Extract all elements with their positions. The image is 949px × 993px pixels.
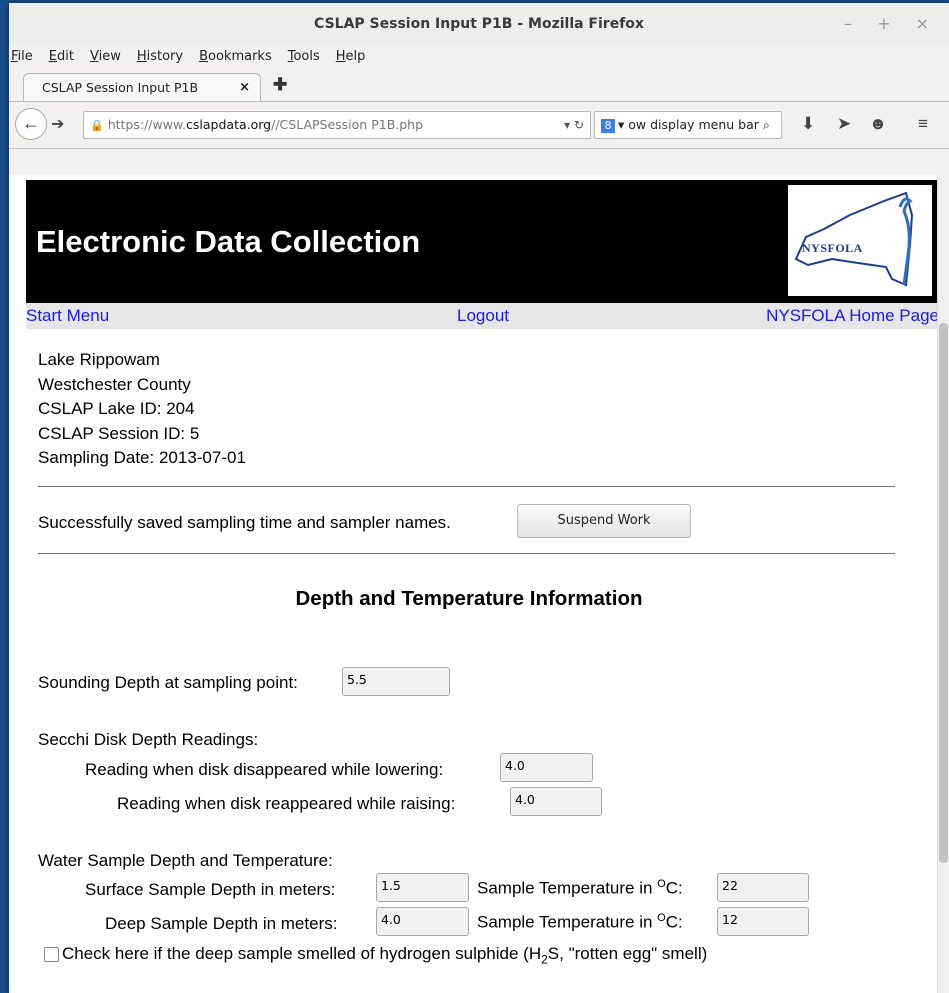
sounding-depth-input[interactable] <box>347 672 445 687</box>
dropdown-arrow-icon[interactable]: ▾ <box>564 118 570 132</box>
search-input[interactable]: ow display menu bar <box>628 117 759 132</box>
start-menu-link[interactable]: Start Menu <box>26 303 109 329</box>
nysfola-home-link[interactable]: NYSFOLA Home Page <box>766 303 939 329</box>
divider <box>38 553 895 554</box>
menu-help[interactable]: Help <box>336 49 366 64</box>
surface-depth-field[interactable] <box>376 873 469 902</box>
menu-bar: File Edit View History Bookmarks Tools H… <box>9 43 949 69</box>
browser-window: CSLAP Session Input P1B - Mozilla Firefo… <box>9 3 949 993</box>
surface-depth-label: Surface Sample Depth in meters: <box>85 880 336 899</box>
menu-view[interactable]: View <box>90 49 121 64</box>
secchi-heading: Secchi Disk Depth Readings: <box>38 730 259 749</box>
header-banner: Electronic Data Collection NYSFOLA <box>26 180 939 303</box>
secchi-raising-field[interactable] <box>510 787 602 816</box>
deep-temp-label: Sample Temperature in OC: <box>477 912 683 933</box>
send-icon[interactable]: ➤ <box>837 114 851 134</box>
tab-strip: CSLAP Session Input P1B × ✚ <box>9 69 949 102</box>
surface-temp-field[interactable] <box>717 873 809 902</box>
surface-depth-input[interactable] <box>381 878 464 893</box>
scrollbar-thumb[interactable] <box>939 323 948 863</box>
sounding-depth-field[interactable] <box>342 667 450 696</box>
url-path: //CSLAPSession P1B.php <box>271 117 424 132</box>
secchi-lowering-label: Reading when disk disappeared while lowe… <box>85 760 444 779</box>
tab-close-icon[interactable]: × <box>239 74 250 102</box>
lake-info: Lake Rippowam Westchester County CSLAP L… <box>38 348 246 471</box>
page-viewport: Electronic Data Collection NYSFOLA Start… <box>9 175 949 993</box>
nysfola-logo[interactable]: NYSFOLA <box>788 185 932 296</box>
h2s-checkbox[interactable] <box>44 947 59 962</box>
sounding-depth-label: Sounding Depth at sampling point: <box>38 673 298 692</box>
menu-edit[interactable]: Edit <box>49 49 74 64</box>
h2s-label: Check here if the deep sample smelled of… <box>62 944 707 966</box>
navigation-bar: ← ➔ 🔒 https://www.cslapdata.org//CSLAPSes… <box>9 102 949 149</box>
url-domain: cslapdata.org <box>186 117 272 132</box>
temp-label-text: Sample Temperature in <box>477 912 658 932</box>
google-icon[interactable]: 8 <box>601 118 615 133</box>
status-message: Successfully saved sampling time and sam… <box>38 513 451 532</box>
lock-icon: 🔒 <box>90 119 104 132</box>
search-icon[interactable]: ⌕ <box>763 117 770 132</box>
session-id: CSLAP Session ID: 5 <box>38 423 200 443</box>
url-prefix: https://www. <box>107 117 187 132</box>
deep-depth-field[interactable] <box>376 907 469 936</box>
reload-icon[interactable]: ↻ <box>574 118 584 132</box>
tab-cslap-session[interactable]: CSLAP Session Input P1B × <box>23 73 261 101</box>
url-actions: ▾ ↻ <box>564 112 584 138</box>
nav-links: Start Menu Logout NYSFOLA Home Page <box>26 303 939 329</box>
search-bar[interactable]: 8 ▾ ow display menu bar ⌕ <box>594 111 782 139</box>
url-bar[interactable]: 🔒 https://www.cslapdata.org//CSLAPSession… <box>83 111 591 139</box>
page-scrollbar[interactable] <box>937 175 949 993</box>
tab-label: CSLAP Session Input P1B <box>42 80 199 95</box>
water-sample-heading: Water Sample Depth and Temperature: <box>38 851 333 870</box>
secchi-raising-input[interactable] <box>515 792 597 807</box>
degree-symbol: O <box>657 878 666 890</box>
deep-temp-field[interactable] <box>717 907 809 936</box>
section-title: Depth and Temperature Information <box>295 587 643 610</box>
surface-temp-label: Sample Temperature in OC: <box>477 878 683 899</box>
surface-temp-input[interactable] <box>722 878 804 893</box>
logout-link[interactable]: Logout <box>457 303 509 329</box>
banner-title: Electronic Data Collection <box>36 224 421 259</box>
menu-file[interactable]: File <box>11 49 33 64</box>
degree-symbol: O <box>657 912 666 924</box>
menu-tools[interactable]: Tools <box>288 49 320 64</box>
temp-label-text: Sample Temperature in <box>477 878 658 898</box>
back-forward-group: ← ➔ <box>15 108 85 140</box>
smiley-icon[interactable]: ☻ <box>869 114 887 134</box>
deep-depth-label: Deep Sample Depth in meters: <box>105 914 338 933</box>
secchi-lowering-field[interactable] <box>500 753 593 782</box>
suspend-work-button[interactable]: Suspend Work <box>517 504 691 538</box>
search-engine-dropdown-icon[interactable]: ▾ <box>618 117 624 132</box>
hamburger-menu-icon[interactable]: ≡ <box>918 114 928 134</box>
download-icon[interactable]: ⬇ <box>801 114 815 134</box>
temp-unit: C: <box>665 878 683 898</box>
secchi-lowering-input[interactable] <box>505 758 588 773</box>
new-tab-icon[interactable]: ✚ <box>273 75 287 95</box>
temp-unit: C: <box>665 912 683 932</box>
title-bar: CSLAP Session Input P1B - Mozilla Firefo… <box>9 3 949 43</box>
window-title: CSLAP Session Input P1B - Mozilla Firefo… <box>314 16 644 32</box>
logo-text: NYSFOLA <box>802 241 863 255</box>
county-name: Westchester County <box>38 374 191 394</box>
deep-depth-input[interactable] <box>381 912 464 927</box>
lake-id: CSLAP Lake ID: 204 <box>38 399 195 418</box>
lake-name: Lake Rippowam <box>38 350 160 369</box>
deep-temp-input[interactable] <box>722 912 804 927</box>
h2s-label-text: Check here if the deep sample smelled of… <box>62 944 542 963</box>
h2s-label-end: S, "rotten egg" smell) <box>547 944 708 963</box>
divider <box>38 486 895 487</box>
sampling-date: Sampling Date: 2013-07-01 <box>38 448 246 467</box>
menu-history[interactable]: History <box>137 49 183 64</box>
h2s-subscript: 2 <box>541 952 548 967</box>
forward-arrow-icon[interactable]: ➔ <box>51 114 64 134</box>
back-arrow-icon: ← <box>22 113 40 133</box>
window-controls[interactable]: – + × <box>844 3 939 45</box>
menu-bookmarks[interactable]: Bookmarks <box>199 49 272 64</box>
back-button[interactable]: ← <box>15 108 47 140</box>
secchi-raising-label: Reading when disk reappeared while raisi… <box>117 794 456 813</box>
